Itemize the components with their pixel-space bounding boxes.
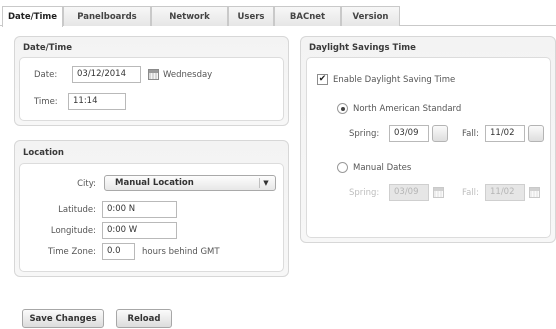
city-label: City: [77,179,96,189]
manual-fall-calendar-icon[interactable] [529,187,540,198]
tab-version[interactable]: Version [341,6,400,26]
latitude-label: Latitude: [58,205,96,215]
datetime-panel: Date/Time Date: 03/12/2014 Wednesday Tim… [14,36,289,126]
tab-panelboards[interactable]: Panelboards [63,6,151,26]
fall-label: Fall: [462,129,479,139]
fall-picker-button[interactable] [528,125,544,142]
date-label: Date: [34,70,58,80]
city-select-value: Manual Location [115,178,194,188]
timezone-input[interactable]: 0.0 [102,243,135,260]
dst-panel: Daylight Savings Time ✔ Enable Daylight … [300,36,556,243]
latitude-input[interactable]: 0:00 N [102,201,177,218]
dst-panel-title: Daylight Savings Time [309,43,416,53]
manual-dates-label: Manual Dates [353,163,412,173]
manual-spring-label: Spring: [349,188,380,198]
spring-label: Spring: [349,129,380,139]
tab-users[interactable]: Users [228,6,274,26]
location-panel-body: City: Manual Location ▼ Latitude: 0:00 N… [19,163,284,272]
datetime-panel-body: Date: 03/12/2014 Wednesday Time: 11:14 [19,57,284,121]
tab-network[interactable]: Network [151,6,228,26]
reload-button[interactable]: Reload [116,309,172,328]
chevron-down-icon: ▼ [259,178,272,188]
dst-panel-body: ✔ Enable Daylight Saving Time North Amer… [306,57,551,238]
calendar-icon[interactable] [148,69,159,80]
time-input[interactable]: 11:14 [68,93,126,110]
north-american-label: North American Standard [353,104,462,114]
location-panel: Location City: Manual Location ▼ Latitud… [14,140,289,277]
tab-bacnet[interactable]: BACnet [274,6,341,26]
manual-fall-input[interactable]: 11/02 [485,184,525,201]
timezone-label: Time Zone: [47,247,96,257]
datetime-panel-title: Date/Time [23,43,73,53]
spring-input[interactable]: 03/09 [389,125,429,142]
spring-picker-button[interactable] [432,125,448,142]
manual-dates-radio[interactable] [337,162,348,173]
north-american-radio[interactable] [337,103,348,114]
enable-dst-checkbox[interactable]: ✔ [317,74,328,85]
fall-input[interactable]: 11/02 [485,125,525,142]
tab-date-time[interactable]: Date/Time [2,6,63,27]
save-changes-button[interactable]: Save Changes [22,309,104,328]
longitude-input[interactable]: 0:00 W [102,222,177,239]
manual-spring-input[interactable]: 03/09 [389,184,429,201]
time-label: Time: [34,97,58,107]
manual-fall-label: Fall: [462,188,479,198]
timezone-suffix: hours behind GMT [142,247,220,257]
location-panel-title: Location [23,148,64,158]
city-select[interactable]: Manual Location ▼ [104,175,276,191]
weekday-text: Wednesday [163,70,213,80]
tab-bar: Date/Time Panelboards Network Users BACn… [0,6,556,27]
manual-spring-calendar-icon[interactable] [433,187,444,198]
longitude-label: Longitude: [50,226,96,236]
date-input[interactable]: 03/12/2014 [72,66,141,83]
radio-selected-dot [340,106,345,111]
enable-dst-label: Enable Daylight Saving Time [333,75,456,85]
